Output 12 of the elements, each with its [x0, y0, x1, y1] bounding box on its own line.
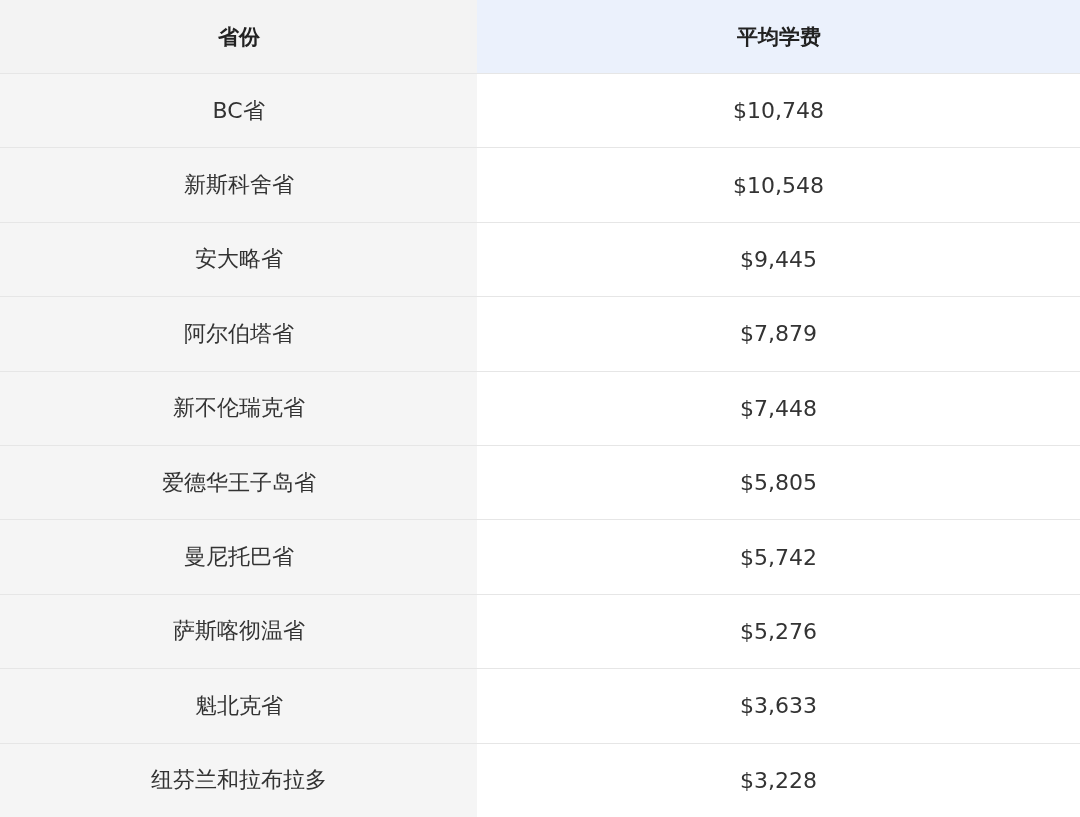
table-cell: 安大略省 [0, 221, 477, 297]
table-cell: 纽芬兰和拉布拉多 [0, 742, 477, 817]
table-cell: 曼尼托巴省 [0, 519, 477, 594]
table-cell: 魁北克省 [0, 668, 477, 743]
table-cell: 新不伦瑞克省 [0, 370, 477, 445]
table-cell: 萨斯喀彻温省 [0, 593, 477, 669]
column-header: 平均学费 [477, 0, 1080, 73]
column-header: 省份 [0, 0, 477, 73]
table-cell: 阿尔伯塔省 [0, 296, 477, 371]
table-cell: 新斯科舍省 [0, 147, 477, 222]
table-cell: 爱德华王子岛省 [0, 444, 477, 520]
table-cell: BC省 [0, 73, 477, 148]
